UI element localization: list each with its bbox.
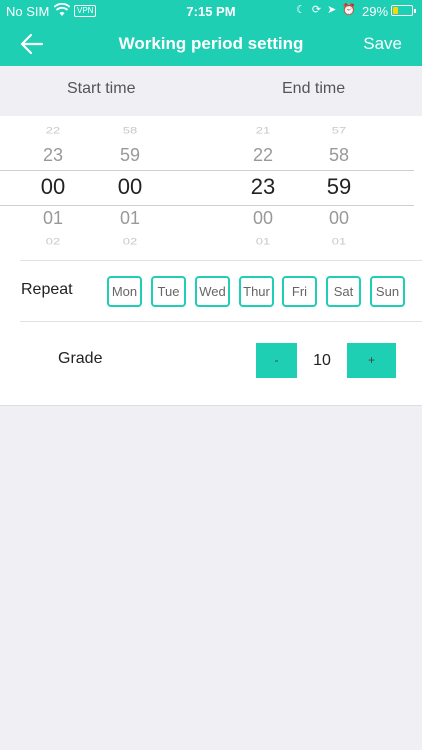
battery-icon bbox=[391, 5, 416, 16]
wheel-item: 01 bbox=[42, 208, 64, 228]
end-time-label: End time bbox=[282, 80, 346, 97]
battery-percent: 29% bbox=[362, 4, 389, 19]
wheel-item-selected: 00 bbox=[40, 174, 66, 199]
grade-value: 10 bbox=[313, 352, 331, 369]
grade-label: Grade bbox=[58, 350, 103, 367]
grade-increment-button[interactable]: + bbox=[347, 343, 396, 378]
end-hour-wheel[interactable]: 21 22 23 00 01 bbox=[233, 116, 293, 250]
start-hour-wheel[interactable]: 22 23 00 01 02 bbox=[23, 116, 83, 250]
grade-row: Grade - 10 + bbox=[0, 322, 422, 406]
location-icon: ➤ bbox=[327, 4, 337, 16]
nav-bar: Working period setting Save bbox=[0, 22, 422, 66]
wheel-item: 58 bbox=[328, 145, 350, 165]
save-button[interactable]: Save bbox=[363, 34, 402, 54]
lock-rotation-icon: ⟳ bbox=[311, 4, 322, 16]
status-bar: No SIM VPN 7:15 PM ☾ ⟳ ➤ ⏰ 29% bbox=[0, 0, 422, 22]
wheel-item-selected: 59 bbox=[326, 174, 352, 199]
page-title: Working period setting bbox=[118, 34, 304, 53]
battery-fill bbox=[393, 7, 398, 14]
end-minute-wheel[interactable]: 57 58 59 00 01 bbox=[309, 116, 369, 250]
wheel-item: 22 bbox=[45, 125, 61, 136]
start-time-label: Start time bbox=[67, 80, 136, 97]
repeat-row: Repeat Mon Tue Wed Thur Fri Sat Sun bbox=[20, 260, 422, 322]
wheel-item: 00 bbox=[328, 208, 350, 228]
wheel-item-selected: 00 bbox=[117, 174, 143, 199]
day-mon-button[interactable]: Mon bbox=[107, 276, 142, 307]
day-thur-button[interactable]: Thur bbox=[239, 276, 274, 307]
battery-cap bbox=[414, 9, 416, 13]
grade-decrement-button[interactable]: - bbox=[256, 343, 297, 378]
wheel-item: 00 bbox=[252, 208, 274, 228]
system-icons: ☾ ⟳ ➤ ⏰ bbox=[296, 3, 356, 16]
wheel-item: 01 bbox=[119, 208, 141, 228]
wheel-item: 58 bbox=[122, 125, 138, 136]
day-sat-button[interactable]: Sat bbox=[326, 276, 361, 307]
alarm-icon: ⏰ bbox=[342, 4, 357, 16]
wheel-item: 59 bbox=[119, 145, 141, 165]
repeat-label: Repeat bbox=[21, 281, 73, 298]
wheel-item: 23 bbox=[42, 145, 64, 165]
wheel-item: 57 bbox=[331, 125, 347, 136]
wheel-item: 21 bbox=[255, 125, 271, 136]
day-wed-button[interactable]: Wed bbox=[195, 276, 230, 307]
wheel-item: 02 bbox=[122, 236, 138, 247]
time-picker: 22 23 00 01 02 58 59 00 01 02 21 22 23 0… bbox=[0, 116, 422, 250]
options-panel: Repeat Mon Tue Wed Thur Fri Sat Sun Grad… bbox=[0, 250, 422, 406]
wheel-item: 01 bbox=[331, 236, 347, 247]
start-minute-wheel[interactable]: 58 59 00 01 02 bbox=[100, 116, 160, 250]
wheel-item-selected: 23 bbox=[250, 174, 276, 199]
moon-icon: ☾ bbox=[296, 4, 306, 16]
day-fri-button[interactable]: Fri bbox=[282, 276, 317, 307]
wheel-item: 01 bbox=[255, 236, 271, 247]
status-time: 7:15 PM bbox=[186, 4, 236, 19]
day-tue-button[interactable]: Tue bbox=[151, 276, 186, 307]
day-sun-button[interactable]: Sun bbox=[370, 276, 405, 307]
time-headers: Start time End time bbox=[0, 66, 422, 116]
wheel-item: 02 bbox=[45, 236, 61, 247]
wheel-item: 22 bbox=[252, 145, 274, 165]
